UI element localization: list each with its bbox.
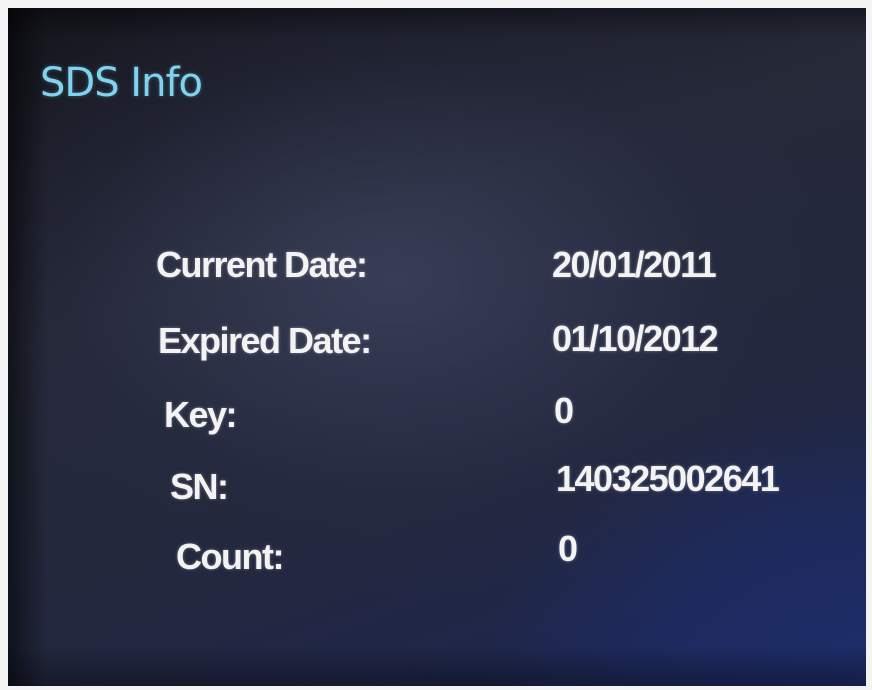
count-label: Count:	[176, 536, 284, 577]
expired-date-label: Expired Date:	[158, 320, 372, 361]
screen-title: SDS Info	[40, 60, 203, 106]
sn-label: SN:	[170, 466, 229, 507]
key-label: Key:	[164, 394, 238, 435]
current-date-value: 20/01/2011	[552, 244, 717, 285]
photo-frame: SDS Info Current Date: 20/01/2011 Expire…	[8, 8, 866, 686]
key-value: 0	[554, 390, 574, 431]
sds-info-screen: SDS Info Current Date: 20/01/2011 Expire…	[8, 8, 866, 686]
count-value: 0	[558, 528, 578, 569]
screen-vignette	[8, 8, 866, 686]
sn-value: 140325002641	[556, 458, 780, 499]
current-date-label: Current Date:	[156, 244, 368, 285]
expired-date-value: 01/10/2012	[552, 318, 719, 359]
